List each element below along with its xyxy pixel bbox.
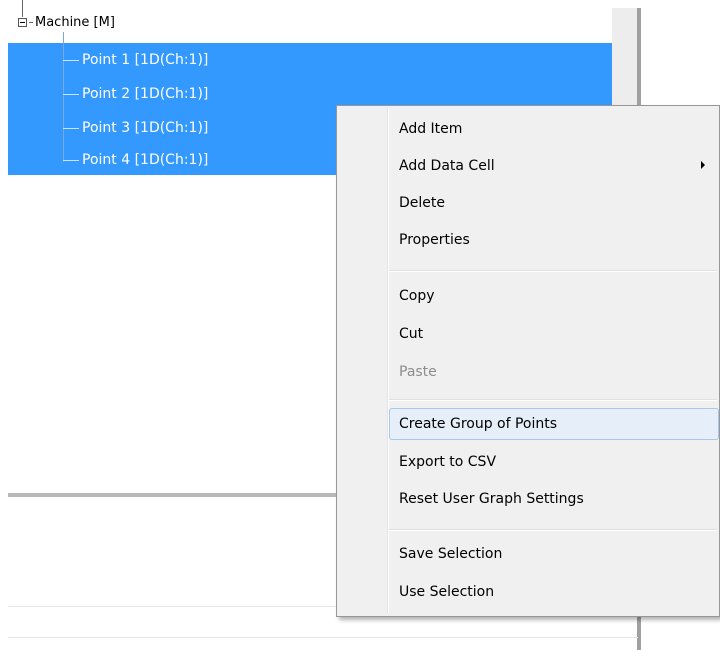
menu-item-create-group-of-points[interactable]: Create Group of Points — [389, 408, 719, 440]
tree-node-point-1[interactable]: Point 1 [1D(Ch:1)] — [63, 50, 208, 70]
tree-node-label: Machine [M] — [35, 14, 115, 30]
tree-node-label: Point 4 [1D(Ch:1)] — [82, 152, 209, 168]
menu-item-add-data-cell[interactable]: Add Data Cell — [339, 150, 717, 182]
menu-item-label: Copy — [399, 288, 435, 304]
tree-connector-line — [63, 127, 79, 129]
menu-item-label: Export to CSV — [399, 454, 497, 470]
tree-node-label: Point 3 [1D(Ch:1)] — [82, 120, 209, 136]
menu-item-label: Paste — [399, 364, 437, 380]
tree-connector-line — [29, 21, 33, 23]
menu-item-save-selection[interactable]: Save Selection — [339, 538, 717, 570]
tree-connector-line — [63, 59, 79, 61]
tree-node-point-2[interactable]: Point 2 [1D(Ch:1)] — [63, 84, 208, 104]
menu-item-label: Create Group of Points — [399, 416, 558, 432]
tree-node-machine[interactable]: Machine [M] — [18, 12, 115, 32]
menu-item-label: Properties — [399, 232, 470, 248]
tree-node-label: Point 1 [1D(Ch:1)] — [82, 52, 209, 68]
menu-separator — [389, 270, 717, 272]
menu-item-export-to-csv[interactable]: Export to CSV — [339, 446, 717, 478]
menu-item-cut[interactable]: Cut — [339, 318, 717, 350]
menu-item-add-item[interactable]: Add Item — [339, 113, 717, 145]
tree-connector-line — [63, 159, 79, 161]
grid-row-divider — [8, 637, 638, 638]
tree-connector-line — [63, 93, 79, 95]
menu-item-label: Add Data Cell — [399, 158, 495, 174]
menu-separator — [389, 529, 717, 531]
tree-node-point-3[interactable]: Point 3 [1D(Ch:1)] — [63, 118, 208, 138]
menu-item-label: Add Item — [399, 121, 463, 137]
menu-item-label: Delete — [399, 195, 445, 211]
context-menu: Add Item Add Data Cell Delete Properties… — [336, 105, 720, 617]
menu-item-label: Reset User Graph Settings — [399, 491, 584, 507]
menu-item-paste[interactable]: Paste — [339, 356, 717, 388]
menu-item-label: Cut — [399, 326, 424, 342]
menu-item-properties[interactable]: Properties — [339, 224, 717, 256]
menu-item-label: Save Selection — [399, 546, 503, 562]
menu-item-copy[interactable]: Copy — [339, 280, 717, 312]
menu-item-reset-user-graph-settings[interactable]: Reset User Graph Settings — [339, 483, 717, 515]
submenu-arrow-icon — [701, 161, 705, 169]
menu-item-label: Use Selection — [399, 584, 495, 600]
tree-node-label: Point 2 [1D(Ch:1)] — [82, 86, 209, 102]
tree-node-point-4[interactable]: Point 4 [1D(Ch:1)] — [63, 150, 208, 170]
menu-separator — [389, 399, 717, 401]
collapse-icon[interactable] — [18, 17, 27, 27]
menu-item-use-selection[interactable]: Use Selection — [339, 576, 717, 608]
menu-item-delete[interactable]: Delete — [339, 187, 717, 219]
